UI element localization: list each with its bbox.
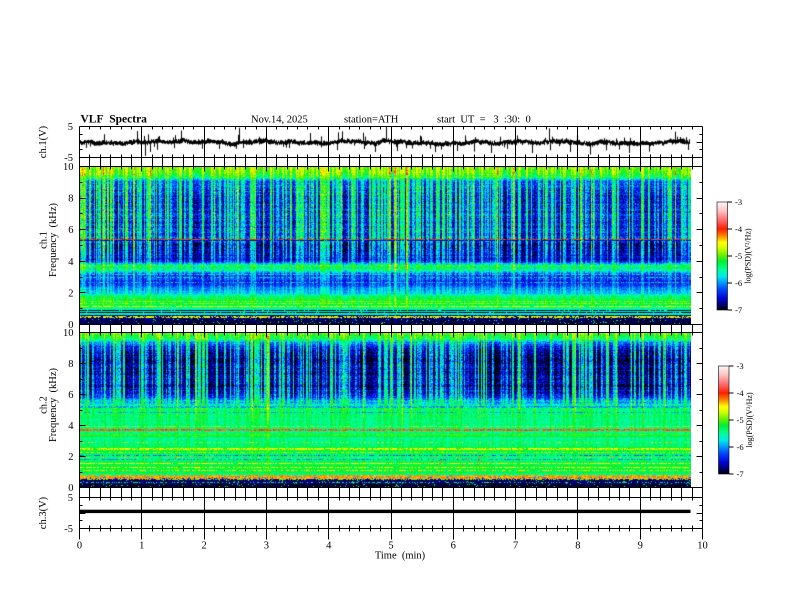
svg-text:2: 2 [68, 452, 73, 463]
svg-text:log(PSD)(V²/Hz): log(PSD)(V²/Hz) [744, 228, 753, 284]
svg-text:4: 4 [68, 257, 74, 268]
svg-text:1: 1 [139, 541, 144, 552]
svg-text:5: 5 [68, 122, 73, 133]
svg-text:10: 10 [697, 541, 708, 552]
svg-text:2: 2 [68, 288, 73, 299]
svg-text:-4: -4 [735, 224, 743, 234]
svg-text:Nov.14, 2025: Nov.14, 2025 [251, 115, 308, 126]
svg-text:ch.3(V): ch.3(V) [38, 496, 49, 529]
svg-text:-5: -5 [737, 415, 744, 425]
svg-text:10: 10 [63, 328, 74, 339]
svg-text:4: 4 [68, 421, 74, 432]
svg-text:7: 7 [513, 541, 518, 552]
svg-text:-7: -7 [735, 305, 742, 315]
svg-text:-7: -7 [737, 469, 744, 479]
svg-text:-3: -3 [737, 361, 744, 371]
svg-text:-3: -3 [735, 197, 742, 207]
svg-text:6: 6 [68, 390, 73, 401]
svg-text:-6: -6 [737, 442, 744, 452]
svg-text:9: 9 [638, 541, 643, 552]
svg-text:10: 10 [63, 162, 74, 173]
svg-text:5: 5 [68, 493, 73, 504]
svg-text:start UT = 3 :30: 0: start UT = 3 :30: 0 [437, 115, 531, 126]
svg-text:-5: -5 [735, 251, 742, 261]
svg-text:8: 8 [575, 541, 580, 552]
svg-text:4: 4 [326, 541, 332, 552]
svg-text:0: 0 [77, 541, 82, 552]
svg-text:station=ATH: station=ATH [344, 115, 399, 126]
svg-text:2: 2 [201, 541, 206, 552]
svg-text:-5: -5 [64, 524, 73, 535]
svg-text:Time (min): Time (min) [375, 551, 426, 562]
svg-text:8: 8 [68, 359, 73, 370]
svg-text:-4: -4 [737, 388, 745, 398]
svg-text:Frequency (kHz): Frequency (kHz) [48, 367, 59, 442]
svg-text:VLF Spectra: VLF Spectra [81, 114, 148, 126]
svg-text:-6: -6 [735, 278, 742, 288]
svg-text:6: 6 [451, 541, 456, 552]
svg-text:8: 8 [68, 194, 73, 205]
svg-text:Frequency (kHz): Frequency (kHz) [48, 202, 59, 277]
svg-text:log(PSD)(V²/Hz): log(PSD)(V²/Hz) [745, 392, 754, 448]
svg-text:3: 3 [264, 541, 269, 552]
svg-text:6: 6 [68, 225, 73, 236]
svg-text:ch.1(V): ch.1(V) [38, 125, 49, 158]
